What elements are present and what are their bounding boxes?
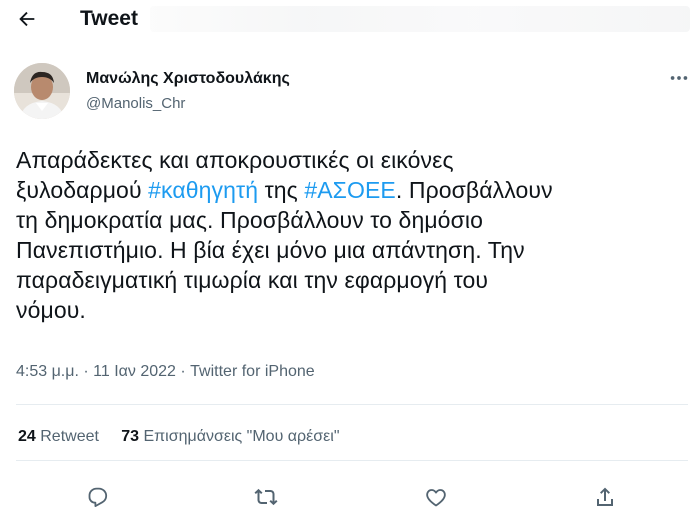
tweet-text-segment: νόμου.	[16, 297, 86, 323]
tweet-source[interactable]: Twitter for iPhone	[190, 363, 315, 380]
likes-stat[interactable]: 73 Επισημάνσεις "Μου αρέσει"	[121, 428, 339, 445]
divider	[16, 404, 688, 405]
author-handle[interactable]: @Manolis_Chr	[86, 95, 185, 112]
header-background	[150, 6, 690, 32]
retweets-stat[interactable]: 24 Retweet	[18, 428, 99, 445]
reply-icon	[88, 487, 108, 507]
meta-separator: ·	[175, 363, 191, 380]
tweet-text-segment: παραδειγματική τιμωρία και την εφαρμογή …	[16, 267, 489, 293]
back-button[interactable]	[12, 4, 42, 34]
reply-button[interactable]	[80, 480, 114, 514]
top-bar: Tweet	[0, 0, 700, 38]
retweets-count: 24	[18, 428, 36, 445]
tweet-text-line: Απαράδεκτες και αποκρουστικές οι εικόνες	[16, 145, 691, 175]
tweet-text-segment: Απαράδεκτες και αποκρουστικές οι εικόνες	[16, 147, 454, 173]
meta-separator: ·	[78, 363, 94, 380]
author-display-name[interactable]: Μανώλης Χριστοδουλάκης	[86, 70, 290, 88]
tweet-text-segment: ξυλοδαρμού	[16, 177, 149, 203]
tweet-text: Απαράδεκτες και αποκρουστικές οι εικόνες…	[16, 145, 691, 325]
avatar-image	[14, 63, 70, 119]
arrow-left-icon	[19, 11, 35, 27]
tweet-text-line: Πανεπιστήμιο. Η βία έχει μόνο μια απάντη…	[16, 235, 691, 265]
tweet-text-segment: τη δημοκρατία μας. Προσβάλλουν το δημόσι…	[16, 207, 483, 233]
tweet-text-segment: της	[258, 177, 305, 203]
tweet-stats: 24 Retweet 73 Επισημάνσεις "Μου αρέσει"	[18, 428, 340, 446]
tweet-text-segment: Πανεπιστήμιο. Η βία έχει μόνο μια απάντη…	[16, 237, 525, 263]
tweet-text-line: νόμου.	[16, 295, 691, 325]
more-options-button[interactable]	[664, 66, 694, 90]
more-horizontal-icon	[670, 76, 688, 80]
divider	[16, 460, 688, 461]
retweet-button[interactable]	[249, 480, 283, 514]
tweet-date[interactable]: 11 Ιαν 2022	[93, 363, 176, 380]
tweet-text-line: ξυλοδαρμού #καθηγητή της #ΑΣΟΕΕ. Προσβάλ…	[16, 175, 691, 205]
tweet-time[interactable]: 4:53 μ.μ.	[16, 363, 79, 380]
tweet-text-segment: . Προσβάλλουν	[395, 177, 553, 203]
tweet-text-line: τη δημοκρατία μας. Προσβάλλουν το δημόσι…	[16, 205, 691, 235]
tweet-meta: 4:53 μ.μ. · 11 Ιαν 2022 · Twitter for iP…	[16, 363, 315, 381]
page-title: Tweet	[80, 7, 138, 30]
like-icon	[426, 489, 446, 507]
avatar[interactable]	[14, 63, 70, 119]
tweet-text-line: παραδειγματική τιμωρία και την εφαρμογή …	[16, 265, 691, 295]
hashtag-link[interactable]: #καθηγητή	[148, 177, 258, 203]
retweets-label: Retweet	[40, 428, 99, 445]
like-button[interactable]	[419, 480, 453, 514]
retweet-icon	[254, 488, 278, 506]
share-icon	[597, 487, 613, 506]
share-button[interactable]	[588, 480, 622, 514]
likes-label: Επισημάνσεις "Μου αρέσει"	[143, 428, 340, 445]
likes-count: 73	[121, 428, 139, 445]
hashtag-link[interactable]: #ΑΣΟΕΕ	[304, 177, 396, 203]
